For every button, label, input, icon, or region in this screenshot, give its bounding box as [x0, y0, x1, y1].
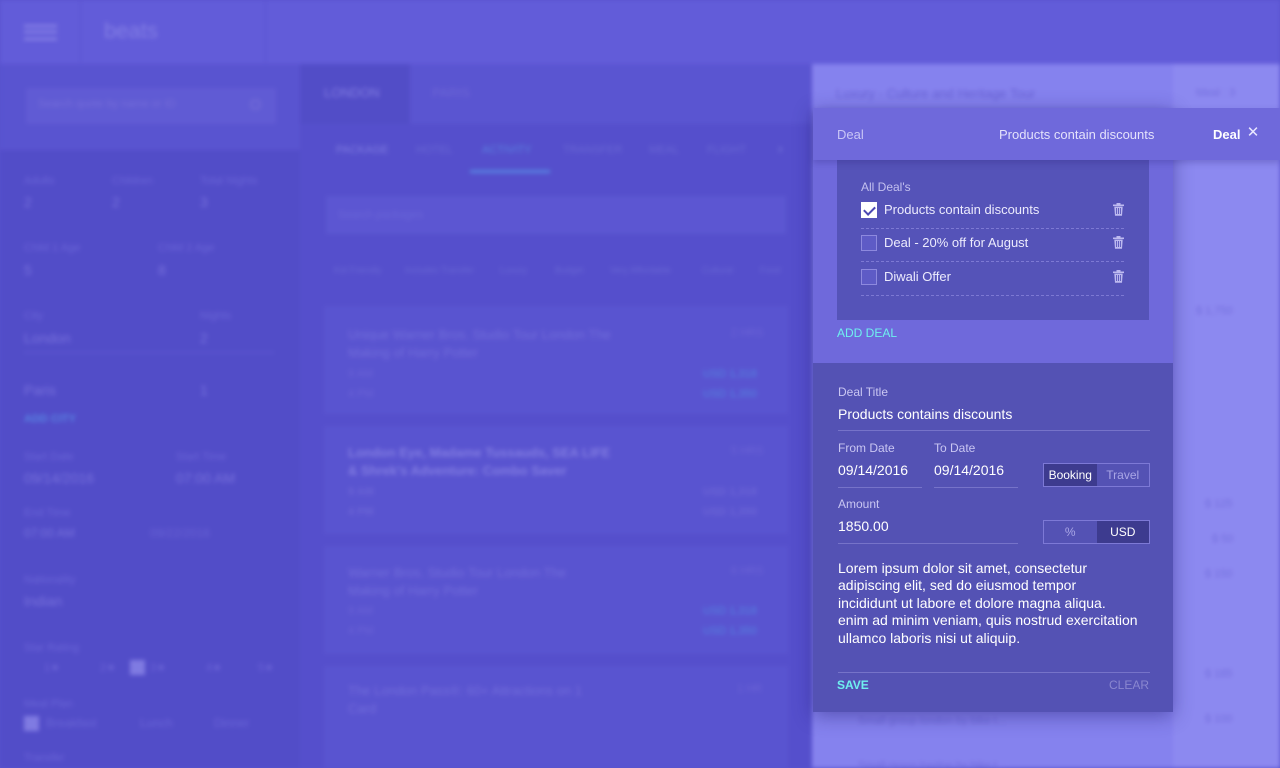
- deal-label: Products contain discounts: [884, 202, 1040, 217]
- trash-icon[interactable]: [1113, 203, 1124, 216]
- deal-dialog: All Deal's Products contain discounts De…: [813, 108, 1173, 712]
- close-icon[interactable]: ✕: [1245, 125, 1261, 141]
- deal-row[interactable]: Products contain discounts: [861, 196, 1124, 229]
- all-deals-label: All Deal's: [861, 180, 911, 194]
- usd-option[interactable]: USD: [1096, 521, 1149, 543]
- tab-deal[interactable]: Deal: [837, 127, 864, 142]
- deal-title-input[interactable]: Products contains discounts: [838, 406, 1012, 422]
- percent-option[interactable]: %: [1044, 521, 1097, 543]
- clear-button[interactable]: CLEAR: [1109, 678, 1149, 692]
- deal-tab-bar: Deal Products contain discounts Deal ✕: [813, 108, 1280, 160]
- to-date-input[interactable]: 09/14/2016: [934, 462, 1004, 478]
- to-date-label: To Date: [934, 441, 976, 455]
- deal-label: Diwali Offer: [884, 269, 951, 284]
- deal-checkbox[interactable]: [861, 235, 877, 251]
- amount-input[interactable]: 1850.00: [838, 518, 889, 534]
- add-deal-button[interactable]: ADD DEAL: [837, 326, 897, 340]
- deal-label: Deal - 20% off for August: [884, 235, 1029, 250]
- trash-icon[interactable]: [1113, 270, 1124, 283]
- tab-products-contain-discounts[interactable]: Products contain discounts: [999, 127, 1154, 142]
- deals-list-panel: All Deal's Products contain discounts De…: [837, 159, 1149, 320]
- amount-label: Amount: [838, 497, 880, 511]
- save-button[interactable]: SAVE: [837, 678, 869, 692]
- deal-title-label: Deal Title: [838, 385, 889, 399]
- deal-checkbox-checked[interactable]: [861, 202, 877, 218]
- deal-checkbox[interactable]: [861, 269, 877, 285]
- from-date-input[interactable]: 09/14/2016: [838, 462, 908, 478]
- deal-row[interactable]: Deal - 20% off for August: [861, 229, 1124, 262]
- trash-icon[interactable]: [1113, 236, 1124, 249]
- travel-option[interactable]: Travel: [1097, 464, 1150, 486]
- booking-option[interactable]: Booking: [1044, 464, 1097, 486]
- amount-unit-toggle[interactable]: % USD: [1043, 520, 1150, 544]
- tab-deal-active[interactable]: Deal: [1213, 127, 1240, 142]
- deal-row[interactable]: Diwali Offer: [861, 263, 1124, 296]
- deal-description[interactable]: Lorem ipsum dolor sit amet, consectetur …: [838, 560, 1138, 647]
- date-type-toggle[interactable]: Booking Travel: [1043, 463, 1150, 487]
- from-date-label: From Date: [838, 441, 895, 455]
